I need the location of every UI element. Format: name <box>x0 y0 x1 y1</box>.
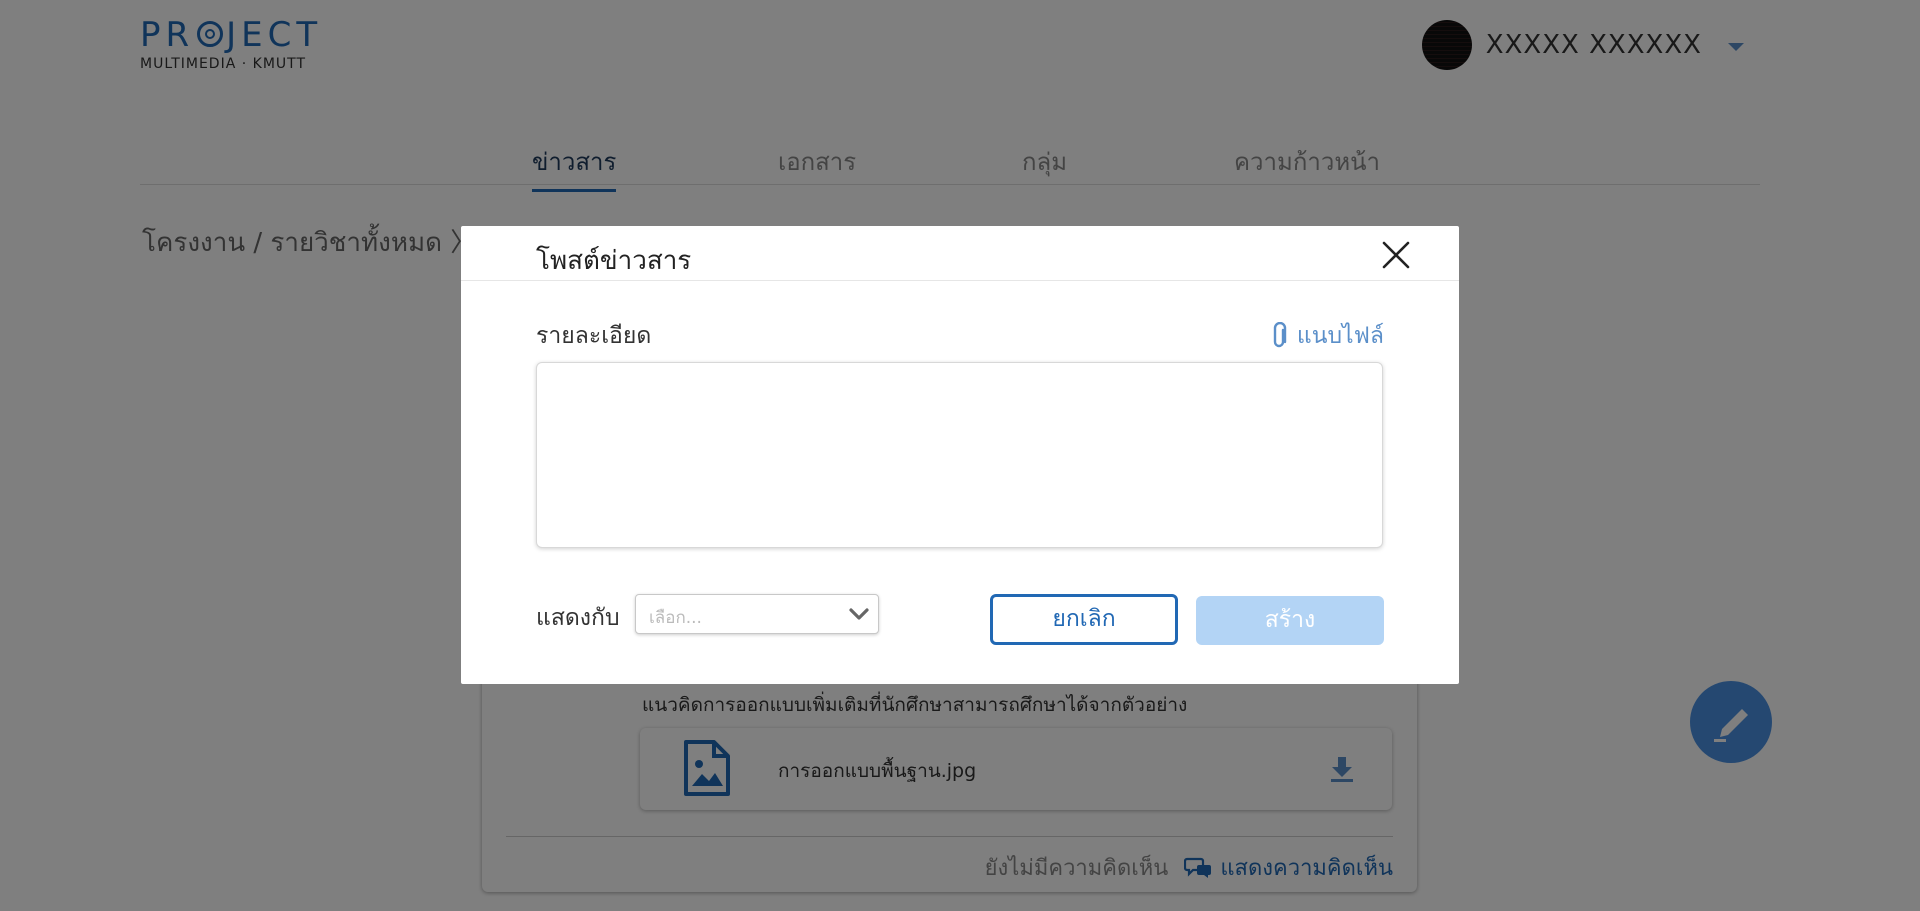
detail-textarea[interactable] <box>536 362 1383 548</box>
modal-header: โพสต์ข่าวสาร <box>461 226 1459 281</box>
detail-label: รายละเอียด <box>536 323 652 349</box>
cancel-button[interactable]: ยกเลิก <box>990 594 1178 645</box>
audience-select[interactable]: เลือก... <box>635 594 879 634</box>
close-icon[interactable] <box>1381 240 1411 270</box>
modal-title: โพสต์ข่าวสาร <box>536 246 692 276</box>
create-button[interactable]: สร้าง <box>1196 596 1384 645</box>
post-news-modal: โพสต์ข่าวสาร รายละเอียด แนบไฟล์ แสดงกับ … <box>461 226 1459 684</box>
chevron-down-icon[interactable] <box>848 605 870 623</box>
attach-file-button[interactable]: แนบไฟล์ <box>1271 318 1384 354</box>
show-with-label: แสดงกับ <box>536 605 620 631</box>
paperclip-icon <box>1273 322 1287 348</box>
attach-file-label[interactable]: แนบไฟล์ <box>1297 318 1384 354</box>
audience-select-placeholder[interactable]: เลือก... <box>649 604 702 631</box>
